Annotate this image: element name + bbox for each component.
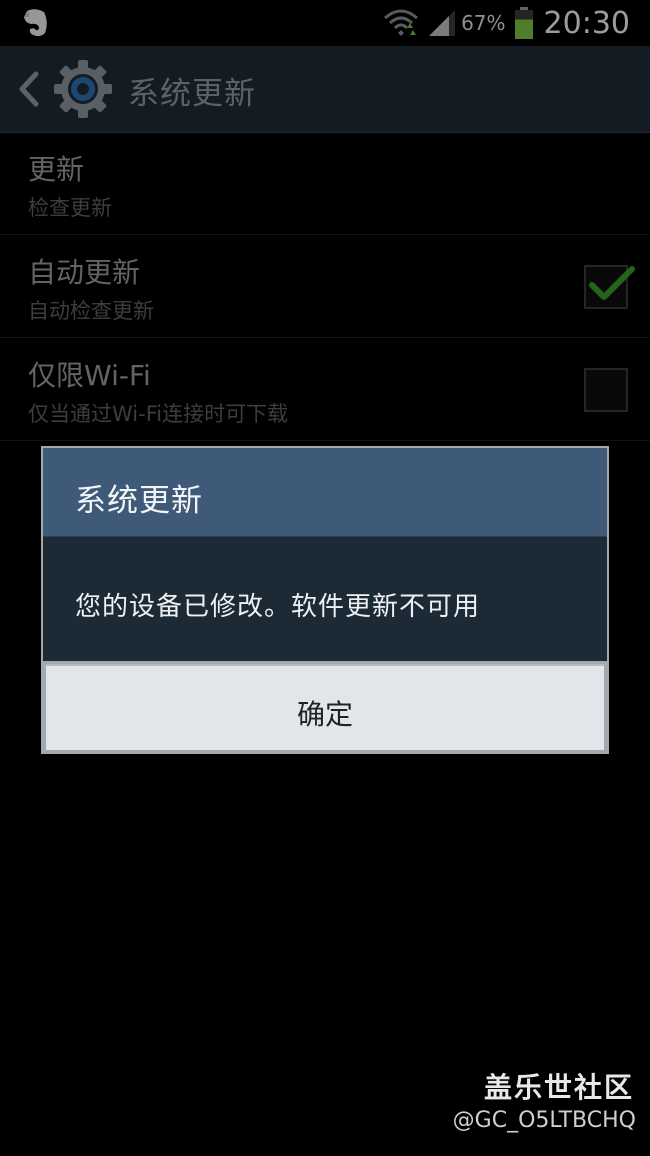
watermark-community: 盖乐世社区 bbox=[483, 1071, 634, 1104]
alert-dialog: 系统更新 您的设备已修改。软件更新不可用 确定 bbox=[41, 446, 609, 754]
ok-button[interactable]: 确定 bbox=[46, 664, 604, 750]
dialog-title: 系统更新 bbox=[75, 483, 203, 519]
dialog-header: 系统更新 bbox=[43, 448, 607, 536]
dialog-message: 您的设备已修改。软件更新不可用 bbox=[75, 592, 481, 622]
ok-button-label: 确定 bbox=[296, 698, 353, 731]
dialog-body: 您的设备已修改。软件更新不可用 bbox=[43, 536, 607, 661]
watermark-handle: @GC_O5LTBCHQ bbox=[452, 1108, 636, 1133]
